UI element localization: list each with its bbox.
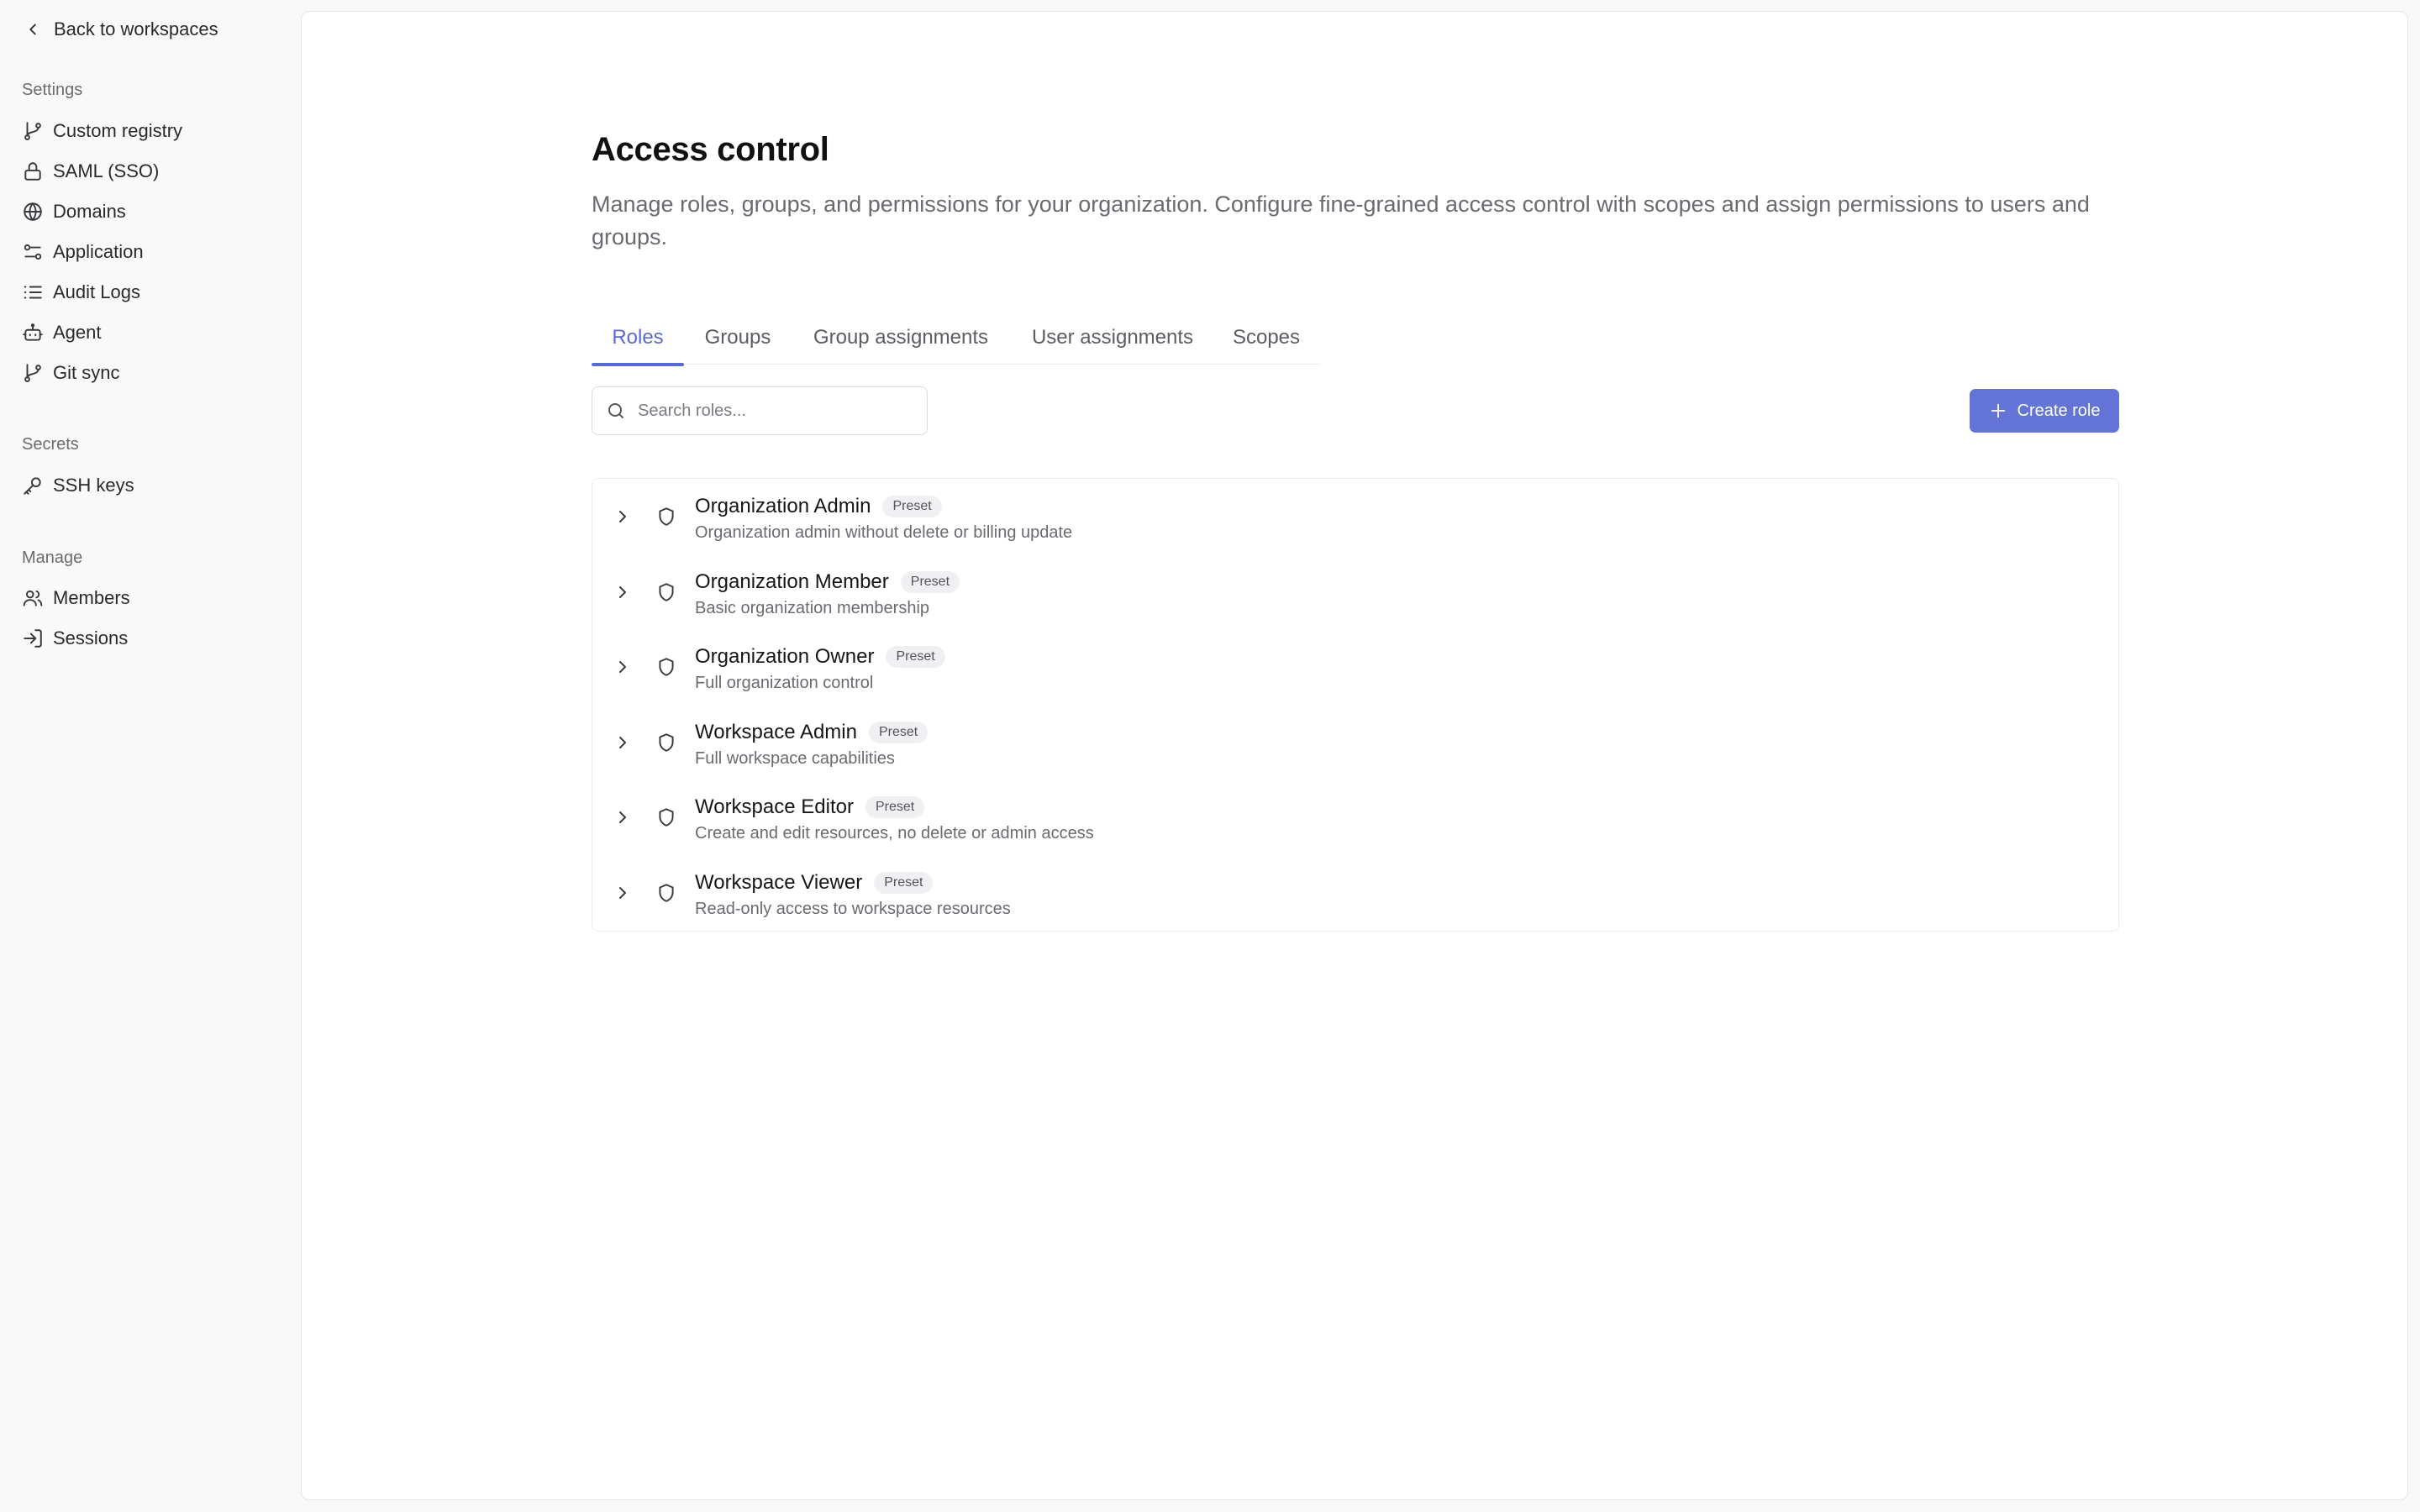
chevron-left-icon (24, 20, 42, 39)
role-row-organization-member[interactable]: Organization Member Preset Basic organiz… (592, 554, 2118, 630)
role-description: Organization admin without delete or bil… (695, 523, 1073, 542)
shield-icon (655, 882, 677, 904)
section-label-settings: Settings (22, 81, 83, 99)
sidebar-item-agent[interactable]: Agent (12, 315, 287, 350)
role-row-organization-owner[interactable]: Organization Owner Preset Full organizat… (592, 629, 2118, 705)
shield-icon (655, 506, 677, 528)
back-link-label: Back to workspaces (54, 18, 218, 39)
role-description: Full organization control (695, 674, 874, 692)
preset-badge: Preset (886, 646, 945, 668)
shield-icon (655, 806, 677, 828)
role-description: Create and edit resources, no delete or … (695, 824, 1094, 843)
sliders-icon (22, 241, 44, 263)
page-description: Manage roles, groups, and permissions fo… (592, 192, 2090, 249)
sidebar-item-label: Members (53, 587, 130, 608)
preset-badge: Preset (868, 722, 929, 743)
tab-scopes[interactable]: Scopes (1215, 311, 1318, 365)
preset-badge: Preset (865, 796, 925, 818)
shield-icon (655, 732, 677, 753)
sidebar-item-git-sync[interactable]: Git sync (12, 355, 287, 391)
role-row-workspace-editor[interactable]: Workspace Editor Preset Create and edit … (592, 780, 2118, 855)
preset-badge: Preset (874, 872, 934, 894)
chevron-right-icon[interactable] (613, 732, 633, 753)
globe-icon (22, 201, 44, 223)
sidebar-item-label: Git sync (53, 362, 120, 383)
shield-icon (655, 656, 677, 678)
sidebar-item-label: SAML (SSO) (53, 160, 160, 181)
main-panel: Access control Manage roles, groups, and… (301, 11, 2408, 1500)
search-input[interactable] (636, 400, 913, 422)
list-icon (22, 281, 44, 303)
shield-icon (655, 581, 677, 603)
role-name: Organization Owner (695, 645, 875, 668)
key-icon (22, 475, 44, 496)
back-to-workspaces-link[interactable]: Back to workspaces (22, 15, 218, 44)
sidebar-item-members[interactable]: Members (12, 580, 287, 616)
role-description: Full workspace capabilities (695, 749, 895, 768)
sidebar-item-sessions[interactable]: Sessions (12, 621, 287, 656)
sidebar-item-ssh-keys[interactable]: SSH keys (12, 468, 287, 503)
role-description: Read-only access to workspace resources (695, 900, 1011, 918)
chevron-right-icon[interactable] (613, 657, 633, 677)
search-icon (606, 401, 626, 421)
sidebar-item-custom-registry[interactable]: Custom registry (12, 113, 287, 149)
plus-icon (1989, 402, 2007, 420)
sidebar-item-label: SSH keys (53, 475, 134, 496)
chevron-right-icon[interactable] (613, 883, 633, 903)
role-name: Workspace Viewer (695, 871, 863, 894)
tab-group-assignments[interactable]: Group assignments (792, 311, 1010, 365)
chevron-right-icon[interactable] (613, 807, 633, 827)
sidebar-item-application[interactable]: Application (12, 234, 287, 270)
git-branch-icon (22, 362, 44, 384)
role-row-organization-admin[interactable]: Organization Admin Preset Organization a… (592, 479, 2118, 554)
sidebar-item-label: Application (53, 241, 144, 262)
sidebar-item-audit-logs[interactable]: Audit Logs (12, 275, 287, 310)
section-label-secrets: Secrets (22, 435, 79, 454)
sidebar-item-domains[interactable]: Domains (12, 194, 287, 229)
sidebar-item-label: Custom registry (53, 120, 183, 141)
sidebar-item-label: Audit Logs (53, 281, 140, 302)
role-name: Organization Admin (695, 495, 871, 517)
sidebar-item-label: Domains (53, 201, 126, 222)
role-row-workspace-admin[interactable]: Workspace Admin Preset Full workspace ca… (592, 705, 2118, 780)
chevron-right-icon[interactable] (613, 507, 633, 527)
role-name: Organization Member (695, 570, 889, 593)
page-title: Access control (592, 131, 829, 168)
search-box (592, 386, 928, 435)
bot-icon (22, 322, 44, 344)
tab-bar: Roles Groups Group assignments User assi… (592, 311, 1319, 366)
sidebar-item-label: Agent (53, 322, 102, 343)
tab-user-assignments[interactable]: User assignments (1010, 311, 1215, 365)
role-description: Basic organization membership (695, 599, 930, 617)
lock-icon (22, 160, 44, 182)
tab-roles[interactable]: Roles (592, 311, 684, 366)
sidebar-item-saml-sso[interactable]: SAML (SSO) (12, 154, 287, 189)
role-name: Workspace Editor (695, 795, 854, 818)
role-row-workspace-viewer[interactable]: Workspace Viewer Preset Read-only access… (592, 855, 2118, 931)
sidebar-item-label: Sessions (53, 627, 129, 648)
create-role-button[interactable]: Create role (1970, 389, 2119, 433)
preset-badge: Preset (900, 571, 960, 593)
preset-badge: Preset (882, 496, 942, 517)
sidebar: Back to workspaces Settings Custom regis… (0, 0, 299, 1512)
role-name: Workspace Admin (695, 721, 857, 743)
log-in-icon (22, 627, 44, 649)
git-branch-icon (22, 120, 44, 142)
roles-list: Organization Admin Preset Organization a… (592, 478, 2119, 932)
section-label-manage: Manage (22, 549, 83, 567)
tab-groups[interactable]: Groups (684, 311, 792, 365)
users-icon (22, 587, 44, 609)
create-role-label: Create role (2017, 401, 2101, 420)
chevron-right-icon[interactable] (613, 582, 633, 602)
